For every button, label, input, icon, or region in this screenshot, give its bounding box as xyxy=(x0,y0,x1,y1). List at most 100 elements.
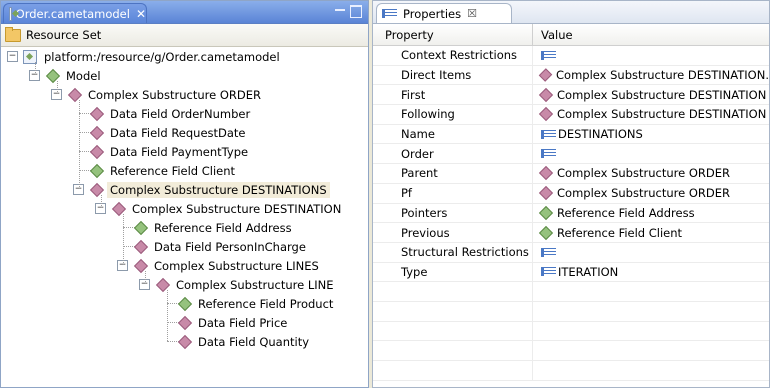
property-value-cell[interactable]: Complex Substructure DESTINATION xyxy=(533,85,769,104)
property-value-cell[interactable]: ITERATION xyxy=(533,263,769,282)
tree-item-label: Model xyxy=(66,68,101,83)
property-value-cell[interactable]: Complex Substructure ORDER xyxy=(533,184,769,203)
editor-tab-order-cametamodel[interactable]: Order.cametamodel ✕ xyxy=(3,3,147,23)
property-name xyxy=(373,282,533,301)
property-value-cell[interactable]: Complex Substructure DESTINATION xyxy=(533,105,769,124)
tree-item[interactable]: Data Field Quantity xyxy=(167,332,312,351)
resource-set-header: Resource Set xyxy=(1,24,368,47)
tree-item-label: Reference Field Product xyxy=(198,296,334,311)
property-value: Complex Substructure DESTINATION xyxy=(557,107,767,122)
property-value-cell[interactable] xyxy=(533,322,769,341)
close-icon[interactable]: ☒ xyxy=(467,7,477,20)
tree-item[interactable]: Data Field RequestDate xyxy=(79,123,249,142)
minimize-icon[interactable] xyxy=(334,4,346,16)
property-value-cell[interactable] xyxy=(533,282,769,301)
tree-item[interactable]: Reference Field Client xyxy=(79,161,238,180)
tree-item[interactable]: − Complex Substructure DESTINATION xyxy=(95,199,344,218)
property-row[interactable]: Pf Complex Substructure ORDER xyxy=(373,183,769,204)
pink-diamond-icon xyxy=(538,68,553,82)
property-row[interactable]: Order xyxy=(373,144,769,165)
property-row[interactable] xyxy=(373,321,769,342)
property-row[interactable]: Following Complex Substructure DESTINATIO… xyxy=(373,105,769,125)
tree-item[interactable]: − Complex Substructure DESTINATIONS xyxy=(73,180,330,199)
property-value-cell[interactable]: Complex Substructure ORDER xyxy=(533,164,769,183)
pink-diamond-icon xyxy=(177,315,193,330)
property-value-cell[interactable] xyxy=(533,144,769,163)
property-name xyxy=(373,321,533,341)
tree-item[interactable]: − Complex Substructure LINES xyxy=(117,256,322,275)
property-value: Complex Substructure ORDER xyxy=(557,186,730,201)
folder-icon xyxy=(5,26,21,42)
property-value-cell[interactable]: Complex Substructure DESTINATION. xyxy=(533,66,769,85)
tree-item-label: Data Field Price xyxy=(198,315,288,330)
property-row[interactable]: Context Restrictions xyxy=(373,46,769,66)
close-icon[interactable]: ✕ xyxy=(136,7,146,21)
tree-item[interactable]: Data Field Price xyxy=(167,313,290,332)
properties-table-header: Property Value xyxy=(373,24,769,46)
list-icon xyxy=(541,149,556,159)
property-value-cell[interactable]: DESTINATIONS xyxy=(533,125,769,144)
pink-diamond-icon xyxy=(538,107,554,122)
tree-item[interactable]: Data Field OrderNumber xyxy=(79,104,253,123)
pink-diamond-icon xyxy=(89,106,105,121)
pink-diamond-icon xyxy=(538,186,554,201)
tree-item[interactable]: − platform:/resource/g/Order.cametamodel xyxy=(7,47,283,66)
window-buttons xyxy=(334,4,362,18)
property-value-cell[interactable] xyxy=(533,46,769,65)
tree-item-label: Data Field Quantity xyxy=(198,334,310,349)
editor-tab-label: Order.cametamodel xyxy=(15,6,130,21)
property-row[interactable] xyxy=(373,282,769,302)
properties-icon xyxy=(382,9,397,18)
tree-item[interactable]: − Model xyxy=(29,66,104,85)
tree-item[interactable]: Data Field PersonInCharge xyxy=(123,237,309,256)
list-icon xyxy=(541,247,556,257)
maximize-icon[interactable] xyxy=(350,5,362,18)
green-diamond-icon xyxy=(89,163,105,178)
property-row[interactable] xyxy=(373,361,769,381)
property-value-cell[interactable]: Reference Field Address xyxy=(533,204,769,223)
property-name: Pf xyxy=(373,183,533,203)
tree-item[interactable]: Data Field PaymentType xyxy=(79,142,251,161)
property-name xyxy=(373,361,533,380)
pink-diamond-icon xyxy=(89,125,105,140)
tree-item[interactable]: − Complex Substructure LINE xyxy=(139,275,337,294)
column-header-value[interactable]: Value xyxy=(533,24,769,45)
tab-properties[interactable]: Properties ☒ xyxy=(376,3,512,23)
property-row[interactable]: Direct Items Complex Substructure DESTINA… xyxy=(373,65,769,86)
property-value-cell[interactable] xyxy=(533,341,769,360)
tree-item-label: Complex Substructure DESTINATIONS xyxy=(107,181,330,198)
property-row[interactable]: Structural Restrictions xyxy=(373,242,769,263)
property-value-cell[interactable] xyxy=(533,361,769,380)
property-row[interactable]: Pointers Reference Field Address xyxy=(373,203,769,224)
tree-item-label: Data Field PersonInCharge xyxy=(154,239,306,254)
property-row[interactable]: Name DESTINATIONS xyxy=(373,124,769,145)
property-name: Following xyxy=(373,105,533,124)
green-diamond-icon xyxy=(177,296,193,311)
properties-tab-bar: Properties ☒ xyxy=(373,1,769,24)
property-row[interactable]: Parent Complex Substructure ORDER xyxy=(373,164,769,184)
pink-diamond-icon xyxy=(538,166,554,181)
model-tree[interactable]: − platform:/resource/g/Order.cametamodel −… xyxy=(1,47,368,349)
properties-view: Properties ☒ Property Value Context Rest… xyxy=(372,0,770,388)
list-icon xyxy=(541,267,556,277)
property-row[interactable]: Type ITERATION xyxy=(373,262,769,283)
collapse-toggle-icon[interactable]: − xyxy=(7,51,18,62)
property-row[interactable]: First Complex Substructure DESTINATION xyxy=(373,85,769,106)
tree-item[interactable]: Reference Field Product xyxy=(167,294,336,313)
property-name: Type xyxy=(373,262,533,282)
tree-item-label: Complex Substructure DESTINATION xyxy=(132,201,342,216)
property-row[interactable]: Previous Reference Field Client xyxy=(373,223,769,243)
property-value-cell[interactable]: Reference Field Client xyxy=(533,223,769,242)
tree-item-label: platform:/resource/g/Order.cametamodel xyxy=(44,49,280,64)
property-row[interactable] xyxy=(373,341,769,361)
property-row[interactable] xyxy=(373,301,769,322)
property-name: First xyxy=(373,85,533,105)
tree-item[interactable]: − Complex Substructure ORDER xyxy=(51,85,264,104)
tree-item[interactable]: Reference Field Address xyxy=(123,218,295,237)
property-name: Structural Restrictions xyxy=(373,242,533,262)
column-header-property[interactable]: Property xyxy=(373,24,533,45)
property-name: Order xyxy=(373,144,533,164)
outline-view: Order.cametamodel ✕ Resource Set − platfo… xyxy=(0,0,369,388)
property-value-cell[interactable] xyxy=(533,243,769,262)
property-value-cell[interactable] xyxy=(533,302,769,321)
